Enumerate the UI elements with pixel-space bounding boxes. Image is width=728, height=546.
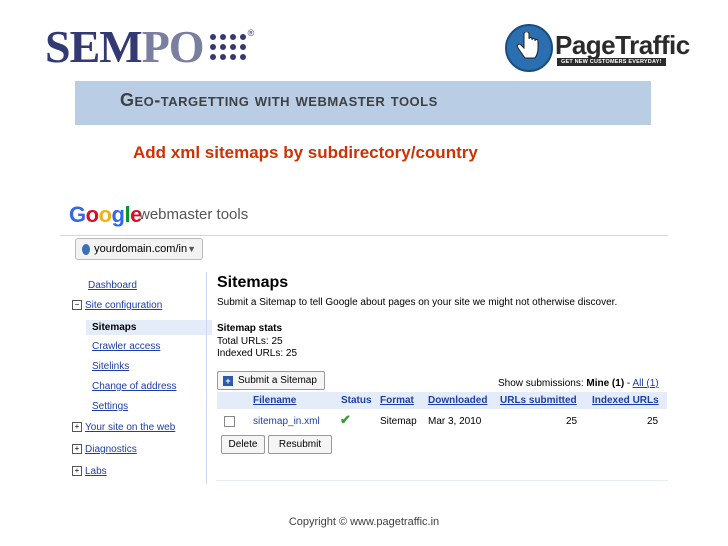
sidebar-item-crawler-access[interactable]: Crawler access <box>92 341 160 352</box>
sidebar-item-site-configuration[interactable]: − Site configuration <box>72 300 162 311</box>
pagetraffic-tagline: GET NEW CUSTOMERS EVERYDAY! <box>557 58 666 66</box>
column-format[interactable]: Format <box>380 395 414 406</box>
sidebar-item-labs[interactable]: + Labs <box>72 466 107 477</box>
sempo-dots-icon <box>209 34 246 60</box>
page-title: Sitemaps <box>217 274 289 291</box>
sidebar-item-change-of-address[interactable]: Change of address <box>92 381 177 392</box>
row-filename-link[interactable]: sitemap_in.xml <box>253 416 320 427</box>
resubmit-button[interactable]: Resubmit <box>268 435 332 454</box>
total-urls: Total URLs: 25 <box>217 336 283 347</box>
pagetraffic-logo: PageTraffic GET NEW CUSTOMERS EVERYDAY! <box>505 24 690 72</box>
indexed-urls: Indexed URLs: 25 <box>217 348 298 359</box>
sidebar-item-your-site-on-the-web[interactable]: + Your site on the web <box>72 422 175 433</box>
slide-title: Geo-targetting with webmaster tools <box>120 90 438 110</box>
submit-sitemap-label: Submit a Sitemap <box>238 375 317 386</box>
copyright-text: Copyright © www.pagetraffic.in <box>288 516 440 528</box>
registered-mark: ® <box>247 28 255 38</box>
sidebar-item-dashboard[interactable]: Dashboard <box>88 280 137 291</box>
hand-cursor-icon <box>505 24 553 72</box>
product-name: webmaster tools <box>139 206 249 223</box>
sidebar-item-sitemaps[interactable]: Sitemaps <box>86 320 212 335</box>
expand-icon[interactable]: + <box>72 466 82 477</box>
row-downloaded: Mar 3, 2010 <box>428 416 482 427</box>
sempo-logo-text: SEMPO <box>45 21 205 72</box>
add-icon: + <box>223 375 233 386</box>
pagetraffic-logo-text: PageTraffic <box>555 30 690 60</box>
expand-icon[interactable]: + <box>72 422 82 433</box>
content-bottom-border <box>216 480 668 481</box>
show-submissions: Show submissions: Mine (1) - All (1) <box>498 378 659 389</box>
sidebar-item-settings[interactable]: Settings <box>92 401 128 412</box>
sidebar-item-diagnostics[interactable]: + Diagnostics <box>72 444 137 455</box>
show-all-link[interactable]: All (1) <box>633 378 659 389</box>
page-description: Submit a Sitemap to tell Google about pa… <box>217 297 618 308</box>
google-logo: Google <box>69 202 142 227</box>
expand-icon[interactable]: + <box>72 444 82 455</box>
column-filename[interactable]: Filename <box>253 395 296 406</box>
column-urls-submitted[interactable]: URLs submitted <box>500 395 577 406</box>
column-status: Status <box>341 395 372 406</box>
submit-sitemap-button[interactable]: + Submit a Sitemap <box>217 371 325 390</box>
sempo-logo: SEMPO ® <box>45 22 254 72</box>
checkmark-icon: ✔ <box>340 412 351 427</box>
row-urls-submitted: 25 <box>566 416 578 427</box>
slide-subtitle: Add xml sitemaps by subdirectory/country <box>133 143 478 162</box>
show-separator: - <box>624 378 633 389</box>
domain-select[interactable]: yourdomain.com/in ▼ <box>75 238 203 260</box>
globe-icon <box>82 243 91 255</box>
show-mine: Mine (1) <box>586 378 625 389</box>
stats-heading: Sitemap stats <box>217 323 283 334</box>
row-indexed-urls: 25 <box>647 416 659 427</box>
chevron-down-icon: ▼ <box>187 244 196 254</box>
delete-button[interactable]: Delete <box>221 435 265 454</box>
column-indexed-urls[interactable]: Indexed URLs <box>592 395 659 406</box>
sidebar: Dashboard − Site configuration Sitemaps C… <box>68 276 212 486</box>
show-submissions-label: Show submissions: <box>498 378 584 389</box>
collapse-icon[interactable]: − <box>72 300 82 311</box>
row-format: Sitemap <box>380 416 417 427</box>
sidebar-divider <box>206 272 207 484</box>
domain-select-value: yourdomain.com/in <box>94 243 188 255</box>
sidebar-item-sitelinks[interactable]: Sitelinks <box>92 361 129 372</box>
row-checkbox[interactable] <box>224 416 235 427</box>
column-downloaded[interactable]: Downloaded <box>428 395 487 406</box>
